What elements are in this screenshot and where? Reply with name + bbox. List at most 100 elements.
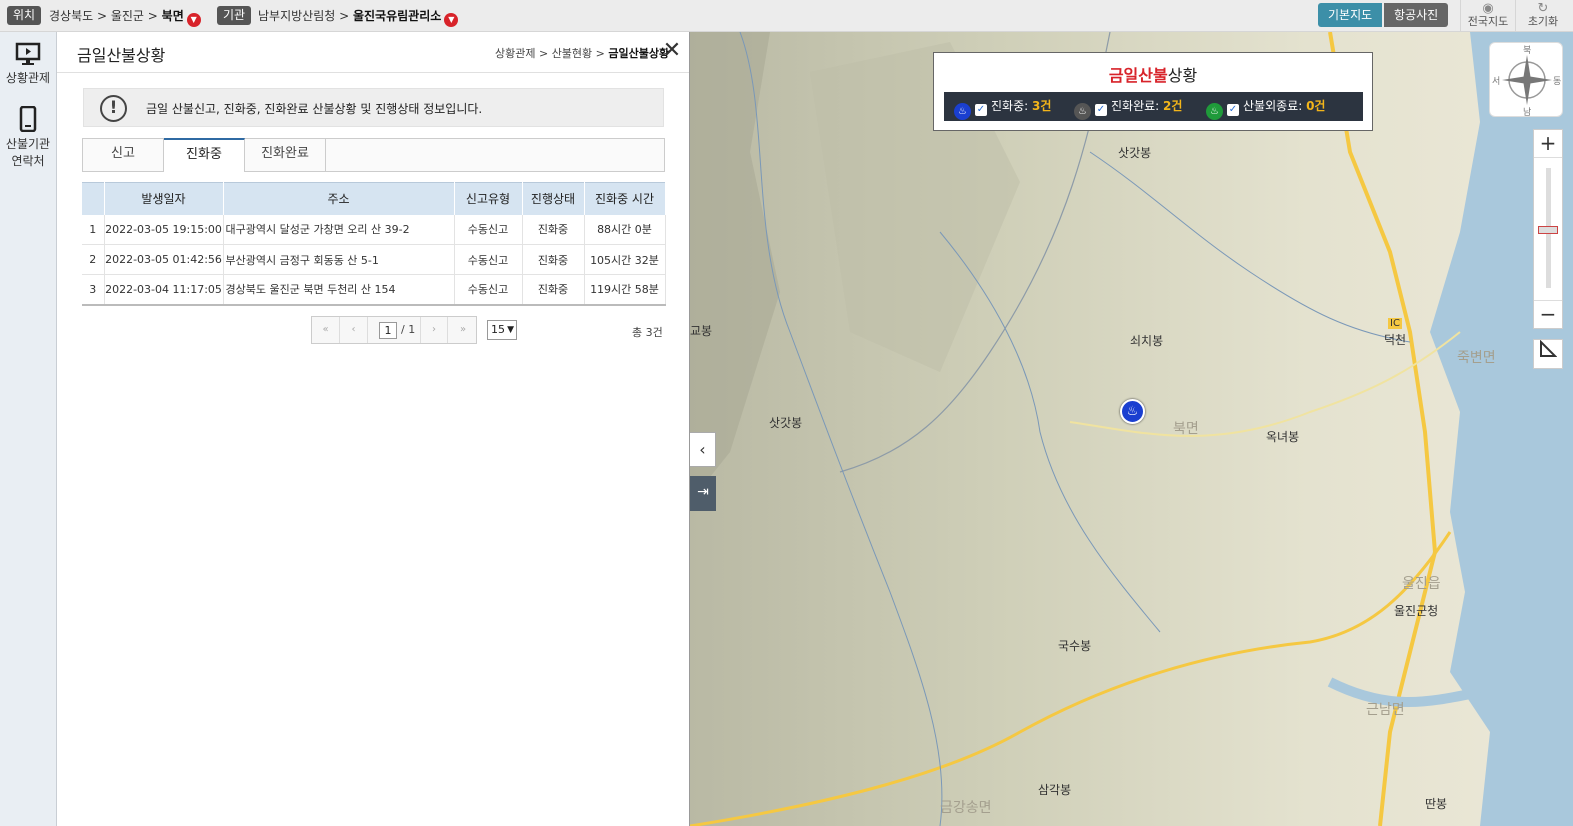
- legend-count: 0건: [1306, 99, 1326, 113]
- place-label: 근남면: [1366, 702, 1405, 718]
- zoom-out-button[interactable]: −: [1534, 300, 1562, 328]
- reset-button[interactable]: ↻ 초기화: [1515, 0, 1570, 32]
- place-label: 국수봉: [1058, 639, 1092, 653]
- place-label: 울진군청: [1394, 604, 1439, 618]
- address-cell: 대구광역시 달성군 가창면 오리 산 39-2: [223, 214, 455, 245]
- compass-north: 북: [1523, 46, 1532, 56]
- place-label: 삿갓봉: [769, 416, 803, 430]
- tab-in-progress[interactable]: 진화중: [164, 138, 245, 172]
- nav-item-situation[interactable]: 상황관제: [0, 42, 56, 87]
- collapse-panel-button[interactable]: ‹: [690, 432, 716, 467]
- map-view[interactable]: 삿갓봉 쇠치봉 삿갓봉 북면 옥녀봉 IC 덕천 죽변면 울진읍 울진군청 국수…: [690, 32, 1573, 826]
- status-cell: 진화중: [522, 274, 585, 306]
- duration-cell: 105시간 32분: [584, 244, 666, 275]
- table-row[interactable]: 1 2022-03-05 19:15:00 대구광역시 달성군 가창면 오리 산…: [82, 214, 666, 245]
- refresh-icon: ↻: [1537, 1, 1549, 16]
- page-input[interactable]: 1: [379, 322, 397, 339]
- zoom-slider-handle[interactable]: [1538, 226, 1558, 234]
- chevron-down-icon[interactable]: ▼: [444, 13, 459, 27]
- legend-bar: ♨ ✓ 진화중: 3건 ♨ ✓ 진화완료: 2건 ♨ ✓ 산불외종료: 0건: [944, 92, 1363, 121]
- interchange-icon: IC: [1388, 318, 1402, 329]
- tab-completed[interactable]: 진화완료: [245, 139, 326, 172]
- expand-icon[interactable]: ⇥: [690, 476, 716, 511]
- nav-item-contacts[interactable]: 산불기관 연락처: [0, 106, 56, 170]
- tab-report[interactable]: 신고: [83, 139, 164, 172]
- compass-south: 남: [1523, 108, 1532, 118]
- legend-count: 2건: [1163, 99, 1183, 113]
- legend-item-completed[interactable]: ♨ ✓ 진화완료: 2건: [1074, 92, 1182, 121]
- nav-item-label: 산불기관 연락처: [5, 137, 51, 168]
- location-breadcrumb[interactable]: 경상북도 > 울진군 > 북면 ▼: [49, 7, 201, 27]
- next-page-icon[interactable]: ›: [420, 317, 448, 343]
- place-label: 교봉: [690, 324, 713, 338]
- nav-item-label: 상황관제: [5, 71, 51, 85]
- column-header[interactable]: 발생일자: [104, 182, 224, 215]
- legend-title-highlight: 금일산불: [1108, 66, 1168, 85]
- page-size-select[interactable]: 15 ▼: [487, 320, 517, 340]
- org-breadcrumb[interactable]: 남부지방산림청 > 울진국유림관리소 ▼: [258, 7, 459, 27]
- pagination: « ‹ 1 / 1 › »: [311, 316, 477, 344]
- place-label: 옥녀봉: [1266, 430, 1300, 444]
- info-text: 금일 산불신고, 진화중, 진화완료 산불상황 및 진행상태 정보입니다.: [146, 102, 483, 116]
- first-page-icon[interactable]: «: [312, 317, 340, 343]
- zoom-in-button[interactable]: +: [1534, 130, 1562, 158]
- top-bar: 위치 경상북도 > 울진군 > 북면 ▼ 기관 남부지방산림청 > 울진국유림관리…: [0, 0, 1573, 32]
- phone-icon: [19, 106, 37, 132]
- tab-bar: 신고 진화중 진화완료: [82, 138, 665, 172]
- page-total: / 1: [401, 323, 416, 336]
- close-icon[interactable]: ✕: [661, 40, 683, 62]
- measure-tool-button[interactable]: [1533, 339, 1563, 369]
- place-label: 북면: [1173, 421, 1199, 437]
- place-label: 죽변면: [1457, 350, 1496, 366]
- left-nav: 상황관제 산불기관 연락처: [0, 32, 57, 826]
- fire-icon: ♨: [1074, 103, 1091, 120]
- fire-status-panel: 금일산불상황 상황관제 > 산불현황 > 금일산불상황 ✕ ! 금일 산불신고,…: [57, 32, 690, 826]
- column-header[interactable]: 진화중 시간: [584, 182, 666, 215]
- breadcrumb-current: 금일산불상황: [608, 47, 670, 60]
- table-row[interactable]: 2 2022-03-05 01:42:56 부산광역시 금정구 회동동 산 5-…: [82, 244, 666, 275]
- duration-cell: 119시간 58분: [584, 274, 666, 306]
- legend-title-rest: 상황: [1167, 66, 1198, 85]
- table-row[interactable]: 3 2022-03-04 11:17:05 경상북도 울진군 북면 두천리 산 …: [82, 274, 666, 306]
- duration-cell: 88시간 0분: [584, 214, 666, 245]
- ruler-icon: [1540, 339, 1558, 357]
- row-number: 3: [82, 274, 105, 306]
- date-cell: 2022-03-04 11:17:05: [104, 274, 224, 306]
- table-header: 발생일자 주소 신고유형 진행상태 진화중 시간: [82, 182, 666, 215]
- base-map-button[interactable]: 기본지도: [1318, 3, 1383, 27]
- compass-widget[interactable]: 북 남 동 서: [1489, 42, 1563, 118]
- fire-table: 발생일자 주소 신고유형 진행상태 진화중 시간 1 2022-03-05 19…: [82, 182, 666, 306]
- report-type-cell: 수동신고: [454, 274, 523, 306]
- total-count: 총 3건: [632, 326, 663, 339]
- location-current: 북면: [161, 9, 184, 23]
- fire-icon: ♨: [954, 103, 971, 120]
- divider: [57, 72, 689, 73]
- national-map-button[interactable]: ◉ 전국지도: [1460, 0, 1515, 32]
- column-header[interactable]: 신고유형: [454, 182, 523, 215]
- place-label: 삼각봉: [1038, 783, 1072, 797]
- prev-page-icon[interactable]: ‹: [340, 317, 368, 343]
- date-cell: 2022-03-05 19:15:00: [104, 214, 224, 245]
- column-header[interactable]: 진행상태: [522, 182, 585, 215]
- checkbox[interactable]: ✓: [1227, 104, 1239, 116]
- page-size-value: 15: [491, 323, 505, 336]
- column-header[interactable]: 주소: [223, 182, 455, 215]
- address-cell: 부산광역시 금정구 회동동 산 5-1: [223, 244, 455, 275]
- chevron-down-icon[interactable]: ▼: [186, 13, 201, 27]
- eye-icon: ◉: [1482, 1, 1494, 16]
- legend-label: 산불외종료:: [1243, 99, 1307, 113]
- aerial-map-button[interactable]: 항공사진: [1384, 3, 1449, 27]
- place-label: 쇠치봉: [1130, 334, 1164, 348]
- legend-item-in-progress[interactable]: ♨ ✓ 진화중: 3건: [954, 92, 1051, 121]
- checkbox[interactable]: ✓: [975, 104, 987, 116]
- legend-item-other-ended[interactable]: ♨ ✓ 산불외종료: 0건: [1206, 92, 1325, 121]
- chevron-down-icon: ▼: [507, 325, 514, 335]
- org-path: 남부지방산림청 >: [258, 9, 353, 23]
- last-page-icon[interactable]: »: [449, 317, 477, 343]
- legend-title: 금일산불상황: [934, 62, 1372, 86]
- report-type-cell: 수동신고: [454, 244, 523, 275]
- fire-marker-icon[interactable]: ♨: [1120, 399, 1145, 424]
- address-cell: 경상북도 울진군 북면 두천리 산 154: [223, 274, 455, 306]
- national-map-label: 전국지도: [1467, 15, 1509, 28]
- checkbox[interactable]: ✓: [1095, 104, 1107, 116]
